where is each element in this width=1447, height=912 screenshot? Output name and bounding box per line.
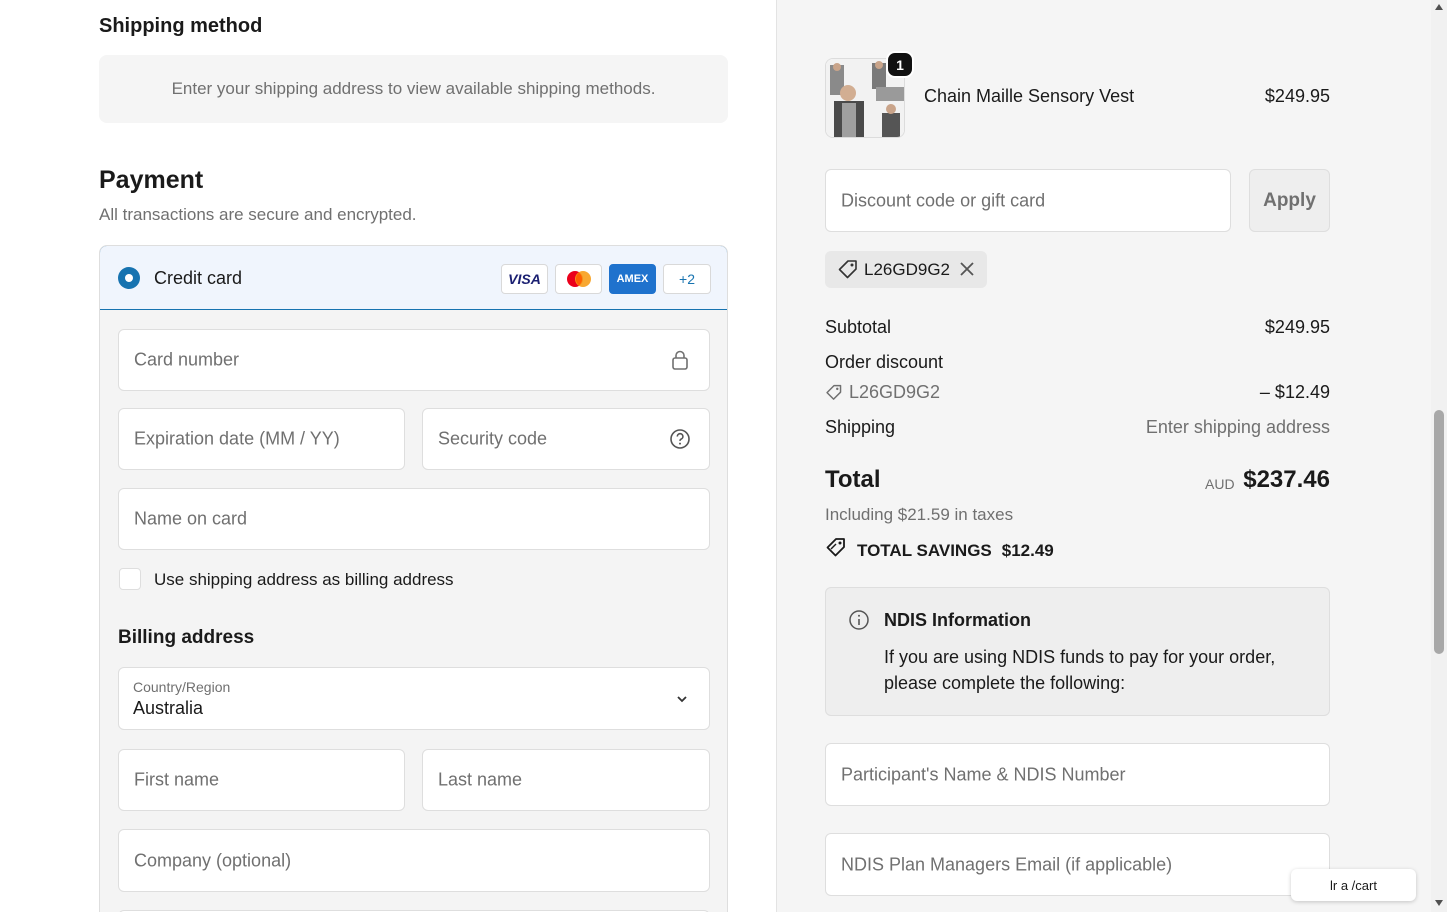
shipping-row: Shipping Enter shipping address	[825, 417, 1330, 438]
amex-icon: AMEX	[609, 264, 656, 294]
close-icon[interactable]	[958, 260, 976, 283]
order-discount-label: Order discount	[825, 352, 944, 372]
security-code-field[interactable]: Security code	[422, 408, 710, 470]
first-name-placeholder: First name	[134, 769, 220, 790]
chevron-down-icon	[671, 688, 693, 710]
payment-subtitle: All transactions are secure and encrypte…	[99, 205, 417, 224]
shipping-label: Shipping	[825, 417, 896, 437]
savings-tag-icon	[825, 537, 847, 564]
tag-icon	[837, 259, 859, 286]
discount-code: L26GD9G2	[849, 382, 941, 402]
shipping-method-heading: Shipping method	[99, 15, 263, 37]
card-number-placeholder: Card number	[134, 349, 240, 370]
use-shipping-label: Use shipping address as billing address	[154, 570, 454, 589]
name-on-card-field[interactable]: Name on card	[118, 488, 710, 550]
tax-note: Including $21.59 in taxes	[825, 505, 1014, 524]
scroll-down-icon[interactable]	[1435, 900, 1443, 906]
visa-icon: VISA	[501, 264, 548, 294]
quantity-badge: 1	[886, 51, 914, 78]
savings-label: TOTAL SAVINGS	[857, 540, 992, 560]
name-on-card-placeholder: Name on card	[134, 508, 248, 529]
scroll-up-icon[interactable]	[1435, 4, 1443, 10]
product-price: $249.95	[1264, 86, 1330, 106]
credit-card-option[interactable]: Credit card VISA AMEX +2	[100, 246, 727, 310]
company-field[interactable]: Company (optional)	[118, 829, 710, 892]
tag-icon	[825, 384, 843, 407]
apply-button[interactable]: Apply	[1249, 169, 1330, 232]
total-label: Total	[825, 466, 881, 493]
company-placeholder: Company (optional)	[134, 850, 292, 870]
country-label: Country/Region	[133, 679, 231, 695]
last-name-placeholder: Last name	[438, 769, 523, 790]
credit-card-label: Credit card	[154, 268, 243, 288]
card-number-field[interactable]: Card number	[118, 329, 710, 391]
lock-icon	[669, 349, 691, 371]
subtotal-value: $249.95	[1264, 317, 1330, 337]
savings-value: $12.49	[1001, 540, 1054, 560]
ndis-title: NDIS Information	[884, 610, 1031, 630]
subtotal-row: Subtotal $249.95	[825, 317, 1330, 338]
more-brands-badge: +2	[663, 264, 711, 294]
use-shipping-checkbox[interactable]	[119, 568, 141, 590]
currency-code: AUD	[1205, 476, 1235, 492]
ndis-participant-placeholder: Participant's Name & NDIS Number	[841, 764, 1126, 784]
ndis-participant-field[interactable]: Participant's Name & NDIS Number	[825, 743, 1330, 806]
billing-address-heading: Billing address	[118, 627, 255, 648]
payment-panel: Credit card VISA AMEX +2 Card number Exp…	[99, 245, 728, 912]
order-summary: 1 Chain Maille Sensory Vest $249.95 Disc…	[776, 0, 1431, 912]
expiry-field[interactable]: Expiration date (MM / YY)	[118, 408, 405, 470]
payment-heading: Payment	[99, 166, 204, 194]
order-discount-row: Order discount	[825, 352, 1330, 373]
total-savings: TOTAL SAVINGS $12.49	[825, 537, 1054, 564]
first-name-field[interactable]: First name	[118, 749, 405, 811]
mastercard-icon	[555, 264, 602, 294]
discount-placeholder: Discount code or gift card	[841, 190, 1046, 210]
applied-discount-chip: L26GD9G2	[825, 251, 987, 288]
scrollbar-thumb[interactable]	[1434, 410, 1444, 654]
product-name: Chain Maille Sensory Vest	[924, 86, 1135, 106]
ndis-text: If you are using NDIS funds to pay for y…	[884, 647, 1276, 693]
ndis-plan-manager-placeholder: NDIS Plan Managers Email (if applicable)	[841, 854, 1173, 874]
security-code-placeholder: Security code	[438, 428, 548, 449]
ndis-plan-manager-field[interactable]: NDIS Plan Managers Email (if applicable)	[825, 833, 1330, 896]
country-value: Australia	[133, 698, 204, 718]
expiry-placeholder: Expiration date (MM / YY)	[134, 428, 340, 449]
credit-card-radio[interactable]	[118, 267, 140, 289]
country-select[interactable]: Country/Region Australia	[118, 667, 710, 730]
info-icon	[848, 609, 870, 636]
help-icon[interactable]	[669, 428, 691, 450]
subtotal-label: Subtotal	[825, 317, 892, 337]
ndis-info-box: NDIS Information If you are using NDIS f…	[825, 587, 1330, 716]
shipping-value: Enter shipping address	[1145, 417, 1330, 437]
shipping-method-notice: Enter your shipping address to view avai…	[99, 55, 728, 123]
discount-value: – $12.49	[1259, 382, 1330, 402]
discount-input[interactable]: Discount code or gift card	[825, 169, 1231, 232]
applied-code: L26GD9G2	[864, 260, 950, 279]
last-name-field[interactable]: Last name	[422, 749, 710, 811]
url-tooltip: lr a /cart	[1291, 869, 1416, 901]
page-scrollbar[interactable]	[1431, 0, 1447, 912]
total-value: $237.46	[1243, 466, 1330, 493]
checkout-main: Shipping method Enter your shipping addr…	[0, 0, 776, 912]
shipping-method-message: Enter your shipping address to view avai…	[171, 79, 656, 98]
